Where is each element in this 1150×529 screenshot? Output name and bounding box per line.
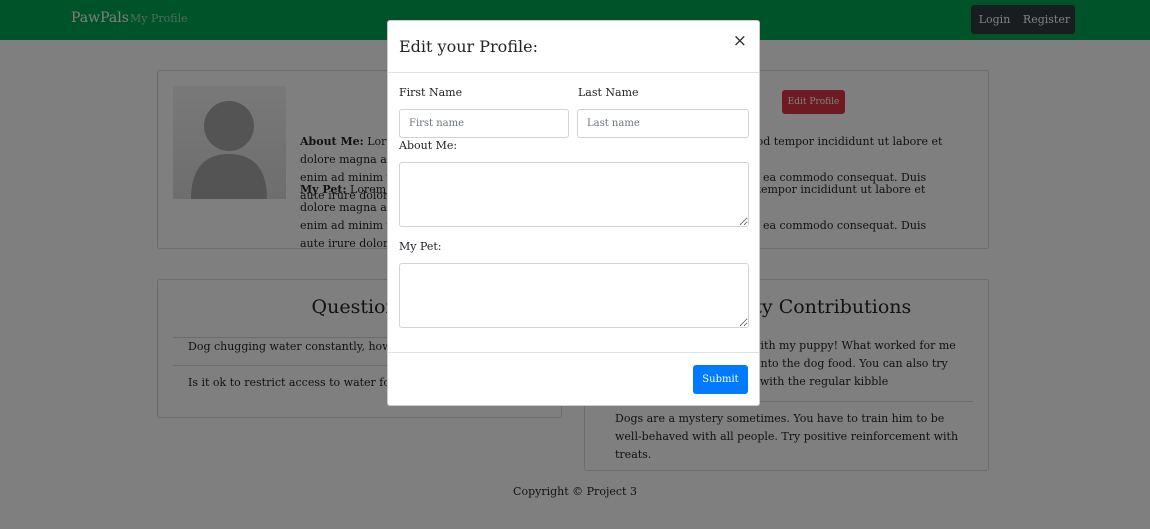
about-me-textarea[interactable] (399, 162, 749, 227)
modal-footer: Submit (388, 352, 759, 406)
last-name-label: Last Name (578, 86, 639, 99)
about-me-field-label: About Me: (399, 139, 458, 152)
first-name-label: First Name (399, 86, 463, 99)
first-name-input[interactable] (399, 109, 569, 138)
close-icon[interactable]: × (733, 31, 747, 51)
my-pet-textarea[interactable] (399, 263, 749, 328)
my-pet-field-label: My Pet: (399, 240, 442, 253)
modal-title: Edit your Profile: (399, 37, 538, 56)
edit-profile-modal: Edit your Profile: × First Name Last Nam… (387, 20, 760, 406)
submit-button[interactable]: Submit (693, 365, 748, 394)
modal-header: Edit your Profile: × (388, 21, 759, 73)
last-name-input[interactable] (577, 109, 749, 138)
